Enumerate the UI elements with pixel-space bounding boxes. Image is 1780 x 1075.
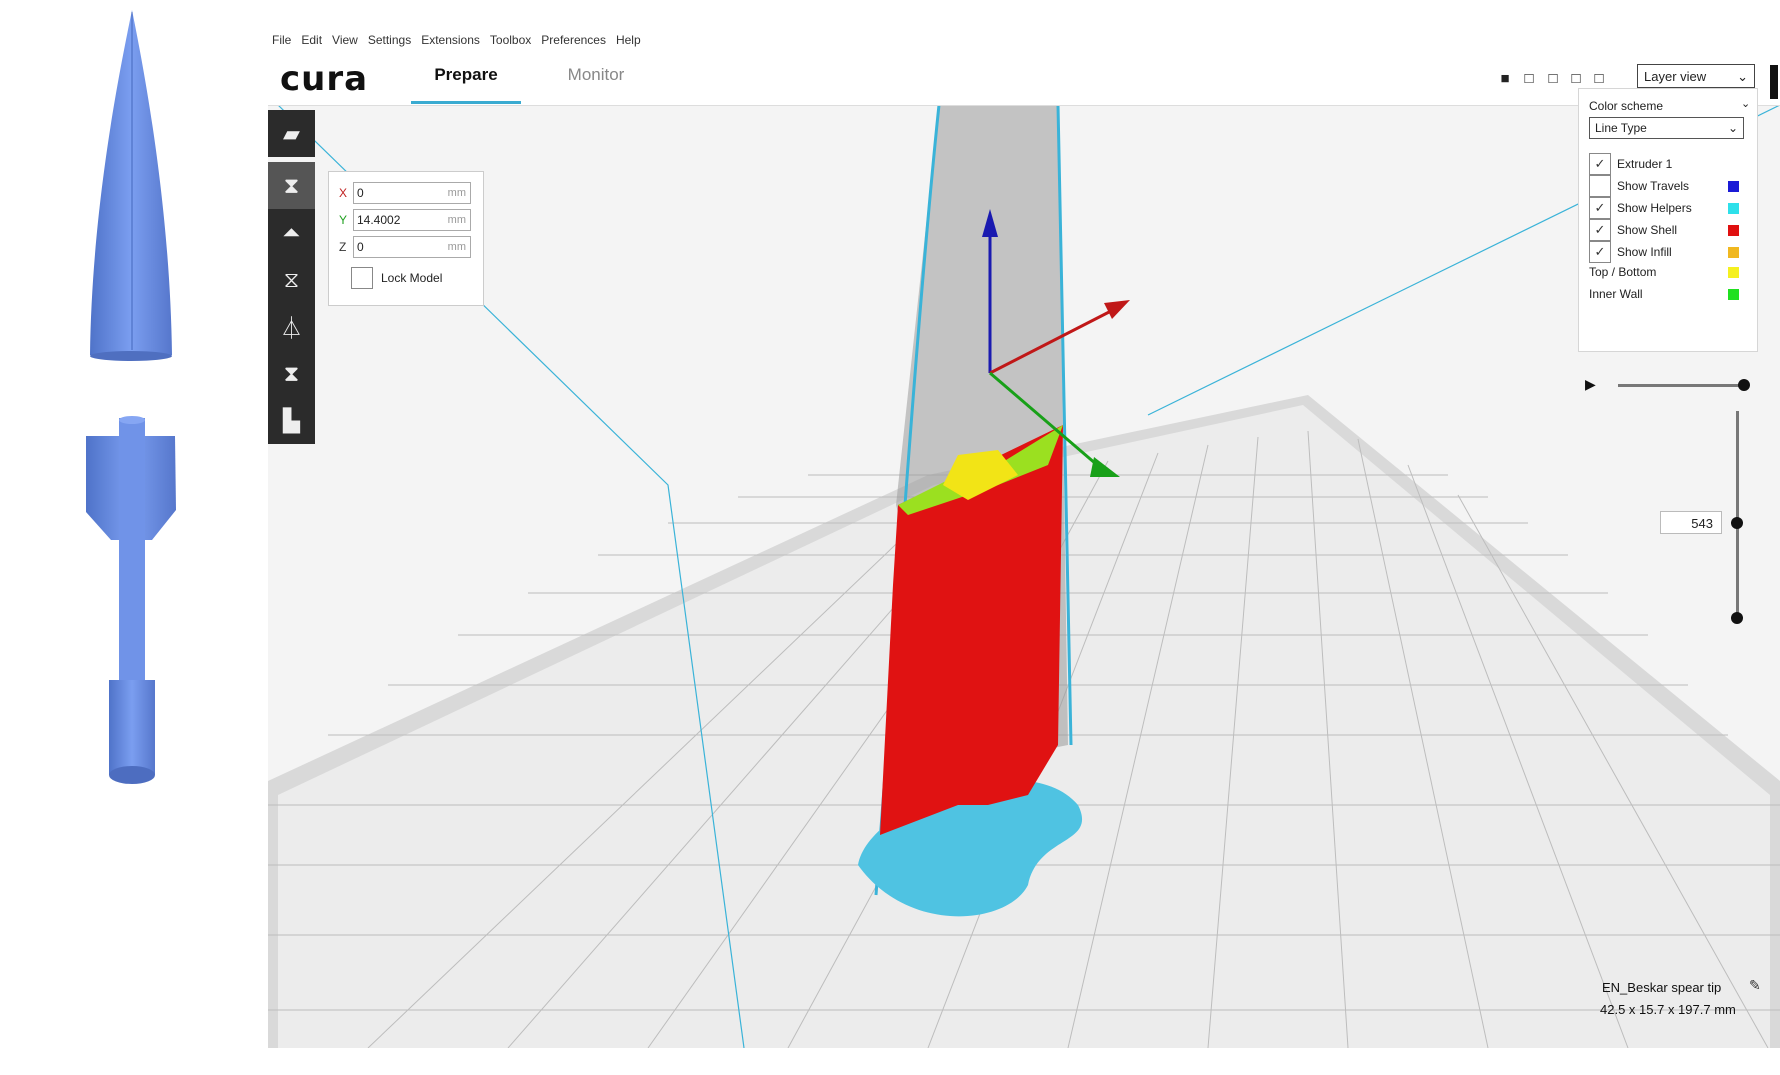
lock-model-label: Lock Model	[381, 271, 443, 285]
object-name: EN_Beskar spear tip	[1602, 980, 1722, 995]
menu-toolbox[interactable]: Toolbox	[490, 34, 531, 49]
z-input[interactable]: 0 mm	[353, 236, 471, 258]
play-icon[interactable]: ▶	[1585, 376, 1596, 393]
layer-slider-upper-handle[interactable]	[1731, 517, 1743, 529]
per-model-settings-icon[interactable]: ⧗	[268, 350, 315, 397]
move-panel: X 0 mm Y 14.4002 mm Z 0 mm Lock Model	[328, 171, 484, 306]
layer-view-panel: Color scheme ⌄ Line Type ⌄ ✓ Extruder 1 …	[1578, 88, 1758, 352]
rotate-tool-icon[interactable]: ⧖	[268, 256, 315, 303]
y-unit: mm	[447, 214, 466, 226]
legend-show-shell[interactable]: ✓ Show Shell	[1589, 219, 1749, 241]
view-top-icon[interactable]: □	[1545, 71, 1561, 87]
menu-preferences[interactable]: Preferences	[541, 34, 606, 49]
spear-tip-preview	[90, 10, 172, 361]
support-blocker-icon[interactable]: ▙	[268, 397, 315, 444]
show-helpers-checkbox[interactable]: ✓	[1589, 197, 1611, 219]
inner-wall-label: Inner Wall	[1589, 287, 1643, 301]
open-file-icon[interactable]: ▰	[268, 110, 315, 157]
show-infill-label: Show Infill	[1617, 245, 1672, 259]
view-3d-icon[interactable]: ■	[1497, 71, 1513, 87]
x-row: X 0 mm	[339, 182, 479, 206]
color-scheme-label: Color scheme	[1589, 99, 1664, 113]
current-layer-input[interactable]: 543	[1660, 511, 1722, 534]
legend-top-bottom: Top / Bottom	[1589, 261, 1749, 283]
extruder-1-label: Extruder 1	[1617, 157, 1673, 171]
left-toolbar: ▰ ⧗ ⏶ ⧖ ⏃ ⧗ ▙	[268, 110, 315, 444]
chevron-down-icon: ⌄	[1727, 121, 1738, 135]
color-scheme-value: Line Type	[1595, 121, 1647, 135]
legend-show-helpers[interactable]: ✓ Show Helpers	[1589, 197, 1749, 219]
view-right-icon[interactable]: □	[1591, 71, 1607, 87]
menu-view[interactable]: View	[332, 34, 358, 49]
y-value: 14.4002	[357, 213, 401, 227]
x-label: X	[339, 186, 348, 200]
object-dimensions: 42.5 x 15.7 x 197.7 mm	[1600, 1002, 1736, 1017]
menu-extensions[interactable]: Extensions	[421, 34, 480, 49]
extruder-1-checkbox[interactable]: ✓	[1589, 153, 1611, 175]
show-infill-checkbox[interactable]: ✓	[1589, 241, 1611, 263]
pencil-icon[interactable]: ✎	[1749, 977, 1761, 994]
scale-tool-icon[interactable]: ⏶	[268, 209, 315, 256]
y-row: Y 14.4002 mm	[339, 209, 479, 233]
legend-show-travels[interactable]: Show Travels	[1589, 175, 1749, 197]
show-shell-checkbox[interactable]: ✓	[1589, 219, 1611, 241]
preview-images	[86, 10, 176, 784]
cura-window: File Edit View Settings Extensions Toolb…	[268, 34, 1780, 1048]
layer-slider[interactable]	[1736, 411, 1739, 619]
top-bar: cura Prepare Monitor ■ □ □ □ □ Layer vie…	[268, 49, 1780, 106]
color-scheme-select[interactable]: Line Type ⌄	[1589, 117, 1744, 139]
chevron-down-icon: ⌄	[1737, 69, 1748, 84]
mirror-tool-icon[interactable]: ⏃	[268, 303, 315, 350]
legend-show-infill[interactable]: ✓ Show Infill	[1589, 241, 1749, 263]
lock-model-checkbox[interactable]	[351, 267, 373, 289]
layer-path-slider[interactable]	[1618, 384, 1746, 387]
show-helpers-label: Show Helpers	[1617, 201, 1692, 215]
viewport-3d[interactable]	[268, 105, 1780, 1048]
z-label: Z	[339, 240, 347, 254]
view-mode-value: Layer view	[1644, 69, 1707, 84]
x-input[interactable]: 0 mm	[353, 182, 471, 204]
legend-inner-wall: Inner Wall	[1589, 283, 1749, 305]
tab-prepare[interactable]: Prepare	[411, 63, 521, 104]
view-mode-select[interactable]: Layer view ⌄	[1637, 64, 1755, 88]
menu-file[interactable]: File	[272, 34, 291, 49]
z-row: Z 0 mm	[339, 236, 479, 260]
legend-extruder-1[interactable]: ✓ Extruder 1	[1589, 153, 1749, 175]
y-label: Y	[339, 213, 348, 227]
z-value: 0	[357, 240, 364, 254]
infill-color-swatch	[1728, 247, 1739, 258]
collapse-chevron-icon[interactable]: ⌄	[1741, 97, 1750, 110]
move-tool-icon[interactable]: ⧗	[268, 162, 315, 209]
show-shell-label: Show Shell	[1617, 223, 1678, 237]
menu-settings[interactable]: Settings	[368, 34, 411, 49]
view-front-icon[interactable]: □	[1521, 71, 1537, 87]
layer-path-slider-handle[interactable]	[1738, 379, 1750, 391]
x-value: 0	[357, 186, 364, 200]
window-edge-marker	[1770, 65, 1778, 99]
y-input[interactable]: 14.4002 mm	[353, 209, 471, 231]
cura-logo: cura	[280, 59, 369, 99]
top-bottom-color-swatch	[1728, 267, 1739, 278]
inner-wall-color-swatch	[1728, 289, 1739, 300]
show-travels-label: Show Travels	[1617, 179, 1690, 193]
layer-slider-lower-handle[interactable]	[1731, 612, 1743, 624]
menu-edit[interactable]: Edit	[301, 34, 322, 49]
menu-bar: File Edit View Settings Extensions Toolb…	[268, 34, 1780, 49]
spear-shaft-preview	[86, 416, 176, 784]
travels-color-swatch	[1728, 181, 1739, 192]
z-unit: mm	[447, 241, 466, 253]
tab-monitor[interactable]: Monitor	[551, 63, 641, 101]
shell-color-swatch	[1728, 225, 1739, 236]
menu-help[interactable]: Help	[616, 34, 641, 49]
show-travels-checkbox[interactable]	[1589, 175, 1611, 197]
view-left-icon[interactable]: □	[1568, 71, 1584, 87]
model-previews	[0, 0, 268, 1072]
top-bottom-label: Top / Bottom	[1589, 265, 1657, 279]
helpers-color-swatch	[1728, 203, 1739, 214]
x-unit: mm	[447, 187, 466, 199]
